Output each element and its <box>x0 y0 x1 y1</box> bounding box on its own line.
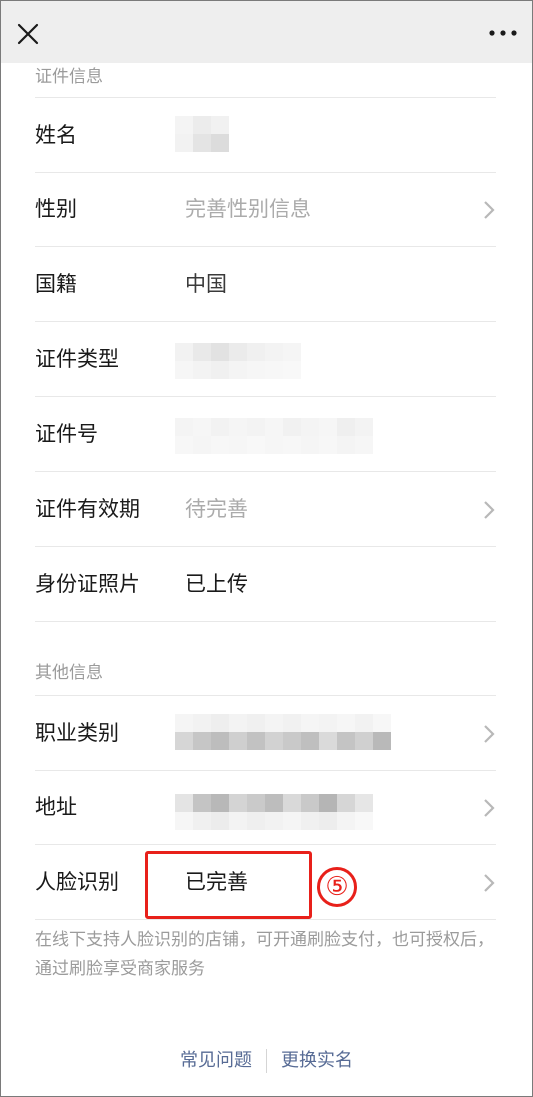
row-label: 身份证照片 <box>35 572 140 596</box>
top-navigation-bar <box>1 1 532 63</box>
redacted-id-type <box>175 343 301 379</box>
section-title-id-info: 证件信息 <box>35 67 103 87</box>
row-nationality: 国籍 中国 <box>35 247 496 322</box>
row-label: 证件号 <box>35 422 98 446</box>
redacted-occupation <box>175 714 391 750</box>
phone-screen: 证件信息 姓名 性别 完善性别信息 国籍 中国 证件类型 证件号 证件有效期 待… <box>0 0 533 1097</box>
chevron-right-icon <box>484 201 495 219</box>
row-id-number: 证件号 <box>35 397 496 472</box>
row-value: 中国 <box>185 272 227 296</box>
redacted-id-number <box>175 418 373 454</box>
close-icon[interactable] <box>15 21 41 47</box>
row-label: 证件有效期 <box>35 497 140 521</box>
row-name: 姓名 <box>35 97 496 173</box>
face-recognition-note: 在线下支持人脸识别的店铺，可开通刷脸支付，也可授权后，通过刷脸享受商家服务 <box>35 930 494 979</box>
change-real-name-link[interactable]: 更换实名 <box>267 1047 367 1075</box>
redacted-address <box>175 794 373 830</box>
faq-link[interactable]: 常见问题 <box>166 1047 266 1075</box>
row-label: 职业类别 <box>35 721 119 745</box>
row-address[interactable]: 地址 <box>35 770 496 845</box>
row-value: 已上传 <box>185 572 248 596</box>
chevron-right-icon <box>484 874 495 892</box>
row-label: 地址 <box>35 795 77 819</box>
footer-links: 常见问题 更换实名 <box>1 1047 532 1075</box>
more-options-icon[interactable] <box>488 23 518 43</box>
annotation-highlight-box <box>145 851 312 919</box>
row-id-validity[interactable]: 证件有效期 待完善 <box>35 472 496 547</box>
row-label: 人脸识别 <box>35 870 119 894</box>
annotation-step-badge: ⑤ <box>317 867 357 907</box>
row-occupation[interactable]: 职业类别 <box>35 695 496 771</box>
row-value: 待完善 <box>185 497 248 521</box>
section-title-other-info: 其他信息 <box>35 663 103 683</box>
row-id-type: 证件类型 <box>35 322 496 397</box>
row-label: 性别 <box>35 197 77 221</box>
row-label: 姓名 <box>35 123 77 147</box>
row-value: 完善性别信息 <box>185 197 311 221</box>
row-id-photo: 身份证照片 已上传 <box>35 547 496 622</box>
row-label: 国籍 <box>35 272 77 296</box>
chevron-right-icon <box>484 501 495 519</box>
chevron-right-icon <box>484 799 495 817</box>
redacted-name <box>175 116 229 152</box>
chevron-right-icon <box>484 725 495 743</box>
row-gender[interactable]: 性别 完善性别信息 <box>35 172 496 247</box>
row-label: 证件类型 <box>35 347 119 371</box>
